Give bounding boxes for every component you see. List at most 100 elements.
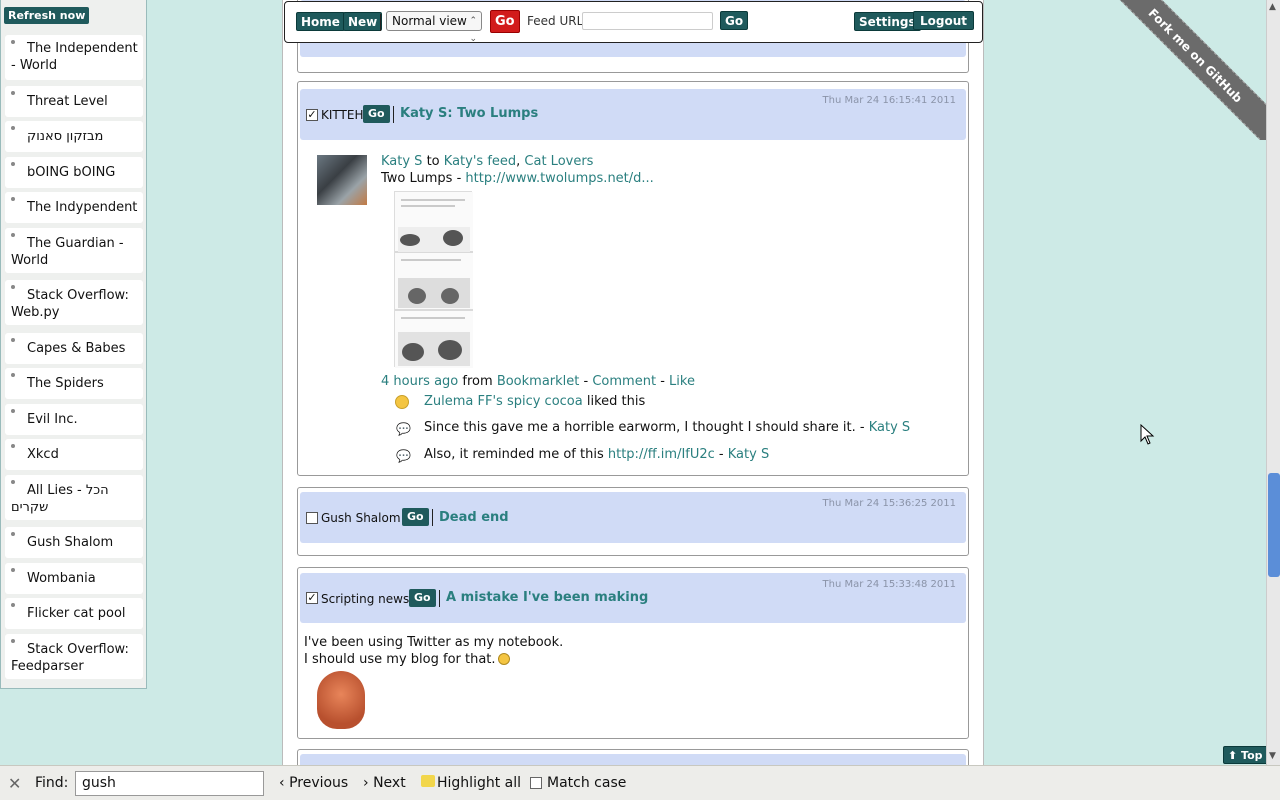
bullet-icon: [11, 91, 15, 95]
like-link[interactable]: Like: [669, 374, 695, 389]
face-image: [317, 671, 365, 729]
via-link[interactable]: Bookmarklet: [497, 374, 580, 389]
bullet-icon: [11, 126, 15, 130]
sidebar-item-evil-inc[interactable]: Evil Inc.: [5, 404, 143, 435]
find-bar: ✕ Find: gush ‹ Previous › Next Highlight…: [0, 765, 1280, 800]
post-go-button[interactable]: Go: [363, 105, 390, 123]
sidebar-item-guardian-world[interactable]: The Guardian - World: [5, 228, 143, 273]
post-go-button[interactable]: Go: [402, 508, 429, 526]
sidebar-item-xkcd[interactable]: Xkcd: [5, 439, 143, 470]
post-body-line: Two Lumps - http://www.twolumps.net/d...: [381, 171, 654, 186]
sidebar-item-boing-boing[interactable]: bOING bOING: [5, 157, 143, 188]
top-button[interactable]: ⬆ Top: [1223, 746, 1268, 764]
comment-author-link[interactable]: Katy S: [869, 420, 910, 435]
like-line: Zulema FF's spicy cocoa liked this: [424, 394, 646, 409]
bullet-icon: [11, 409, 15, 413]
match-case-label: Match case: [547, 775, 627, 791]
scroll-thumb[interactable]: [1268, 473, 1280, 577]
match-case-checkbox[interactable]: [530, 777, 542, 789]
comment-link[interactable]: Comment: [592, 374, 656, 389]
post-timestamp: Thu Mar 24 16:15:41 2011: [822, 95, 956, 106]
bullet-icon: [11, 233, 15, 237]
find-input[interactable]: gush: [75, 771, 264, 796]
view-select[interactable]: Normal view ⌃ ⌄: [386, 11, 482, 44]
bullet-icon: [11, 285, 15, 289]
like-user-link[interactable]: Zulema FF's spicy cocoa: [424, 394, 583, 409]
bullet-icon: [11, 197, 15, 201]
comment-2: Also, it reminded me of this http://ff.i…: [424, 447, 770, 462]
post-text-line-1: I've been using Twitter as my notebook.: [304, 635, 564, 650]
chevron-left-icon: ‹: [279, 775, 290, 791]
post-checkbox[interactable]: [306, 512, 318, 524]
highlighter-icon: [421, 775, 435, 787]
find-label: Find:: [35, 775, 69, 791]
sidebar-item-indypendent[interactable]: The Indypendent: [5, 192, 143, 223]
post-timestamp: Thu Mar 24 15:36:25 2011: [822, 498, 956, 509]
time-ago-link[interactable]: 4 hours ago: [381, 374, 458, 389]
body-link[interactable]: http://www.twolumps.net/d...: [465, 171, 653, 186]
settings-button[interactable]: Settings: [854, 12, 921, 31]
sidebar-item-spiders[interactable]: The Spiders: [5, 368, 143, 399]
sidebar-item-mivzakon[interactable]: מבזקון סאנוק: [5, 121, 143, 152]
comment-1: Since this gave me a horrible earworm, I…: [424, 420, 911, 435]
post-author-line: Katy S to Katy's feed, Cat Lovers: [381, 154, 594, 169]
separator: [393, 106, 394, 123]
post-source: Gush Shalom: [321, 511, 401, 525]
sidebar-item-threat-level[interactable]: Threat Level: [5, 86, 143, 117]
author-link[interactable]: Katy S: [381, 154, 422, 169]
next-button[interactable]: › Next: [363, 775, 406, 791]
post-title-link[interactable]: A mistake I've been making: [446, 590, 648, 605]
sidebar-item-capes-babes[interactable]: Capes & Babes: [5, 333, 143, 364]
sidebar-item-independent-world[interactable]: The Independent - World: [5, 35, 143, 80]
fork-me-ribbon[interactable]: Fork me on GitHub: [1110, 0, 1266, 140]
home-button[interactable]: Home: [296, 12, 345, 31]
sidebar-item-flicker-cat-pool[interactable]: Flicker cat pool: [5, 598, 143, 629]
post-header: ✓ KITTEH Go Katy S: Two Lumps Thu Mar 24…: [300, 89, 966, 140]
comment-bubble-icon: 💬: [396, 449, 411, 463]
feed-url-input[interactable]: [582, 12, 713, 30]
post-header: Gush Shalom Go Dead end Thu Mar 24 15:36…: [300, 492, 966, 543]
post-header: ✓ Scripting news Go A mistake I've been …: [300, 573, 966, 623]
bullet-icon: [11, 568, 15, 572]
comment-link-url[interactable]: http://ff.im/IfU2c: [608, 447, 715, 462]
post-go-button[interactable]: Go: [409, 589, 436, 607]
post-checkbox[interactable]: ✓: [306, 109, 318, 121]
post-title-link[interactable]: Dead end: [439, 510, 509, 525]
feed-link-cat-lovers[interactable]: Cat Lovers: [524, 154, 593, 169]
post-kitteh: ✓ KITTEH Go Katy S: Two Lumps Thu Mar 24…: [297, 81, 969, 476]
post-source: KITTEH: [321, 108, 364, 122]
scroll-down-icon[interactable]: ▼: [1269, 751, 1276, 761]
sidebar-item-stackoverflow-webpy[interactable]: Stack Overflow: Web.py: [5, 280, 143, 325]
post-checkbox[interactable]: ✓: [306, 592, 318, 604]
post-text-line-2: I should use my blog for that.: [304, 652, 496, 667]
bullet-icon: [11, 480, 15, 484]
comic-thumbnail[interactable]: [394, 191, 473, 368]
chevron-right-icon: ›: [363, 775, 374, 791]
bullet-icon: [11, 162, 15, 166]
new-button[interactable]: New: [343, 12, 383, 31]
post-gush-shalom: Gush Shalom Go Dead end Thu Mar 24 15:36…: [297, 487, 969, 556]
mouse-cursor-icon: [1140, 424, 1155, 445]
scroll-up-icon[interactable]: ▲: [1269, 2, 1276, 12]
go-red-button[interactable]: Go: [490, 10, 520, 33]
separator: [380, 14, 381, 31]
separator: [439, 590, 440, 607]
vertical-scrollbar[interactable]: ▲ ▼: [1266, 0, 1280, 765]
comment-author-link[interactable]: Katy S: [728, 447, 769, 462]
refresh-now-button[interactable]: Refresh now: [4, 7, 90, 24]
previous-button[interactable]: ‹ Previous: [279, 775, 348, 791]
sidebar-item-all-lies[interactable]: All Lies - הכל שקרים: [5, 475, 143, 520]
comic-image: [395, 192, 473, 368]
feed-link[interactable]: Katy's feed: [444, 154, 516, 169]
feed-sidebar: Refresh now The Independent - World Thre…: [0, 0, 147, 689]
smiley-icon: [498, 653, 510, 665]
logout-button[interactable]: Logout: [913, 11, 975, 30]
feed-url-go-button[interactable]: Go: [720, 11, 749, 30]
sidebar-item-wombania[interactable]: Wombania: [5, 563, 143, 594]
sidebar-item-gush-shalom[interactable]: Gush Shalom: [5, 527, 143, 558]
close-icon[interactable]: ✕: [8, 774, 21, 793]
bullet-icon: [11, 639, 15, 643]
highlight-all-button[interactable]: Highlight all: [421, 775, 521, 791]
post-title-link[interactable]: Katy S: Two Lumps: [400, 106, 538, 121]
sidebar-item-stackoverflow-feedparser[interactable]: Stack Overflow: Feedparser: [5, 634, 143, 679]
